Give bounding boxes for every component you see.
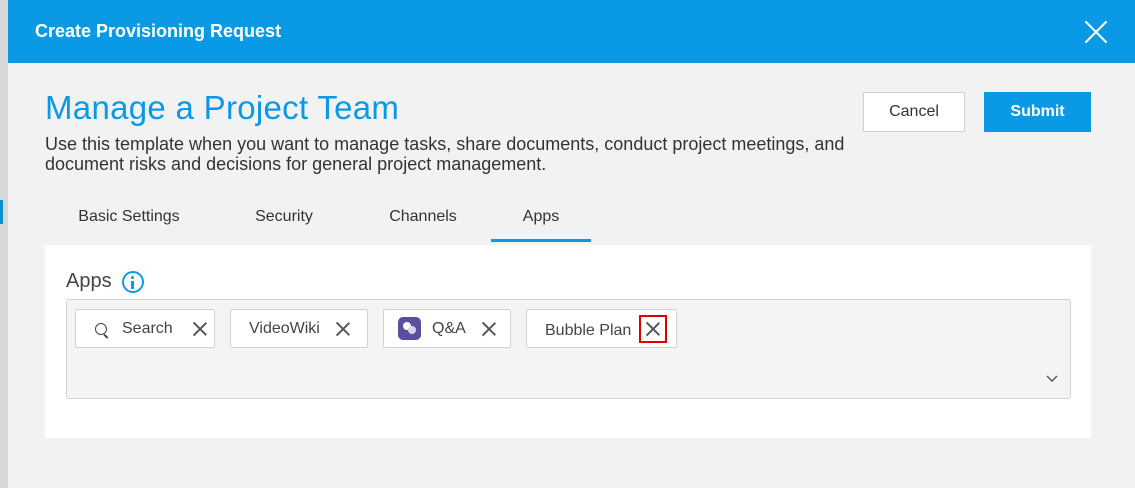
app-chip-bubble-plan: Bubble Plan: [526, 309, 677, 348]
apps-multiselect[interactable]: Search VideoWiki Q&A Bubble Plan: [66, 299, 1071, 399]
remove-qa-icon[interactable]: [482, 322, 496, 336]
submit-button[interactable]: Submit: [984, 92, 1091, 132]
tab-apps[interactable]: Apps: [491, 198, 591, 242]
app-chip-label: Search: [122, 319, 173, 337]
tab-channels[interactable]: Channels: [355, 198, 491, 242]
chevron-down-icon[interactable]: [1046, 373, 1058, 385]
page-description: Use this template when you want to manag…: [45, 134, 845, 174]
tab-security[interactable]: Security: [213, 198, 355, 242]
remove-videowiki-icon[interactable]: [336, 322, 350, 336]
app-chip-label: VideoWiki: [249, 319, 320, 337]
remove-bubble-plan-button[interactable]: [639, 314, 668, 343]
app-chip-qa: Q&A: [383, 309, 511, 348]
remove-search-icon[interactable]: [193, 322, 207, 336]
remove-bubble-plan-icon: [646, 322, 660, 336]
cancel-button[interactable]: Cancel: [863, 92, 965, 132]
page-title: Manage a Project Team: [45, 89, 400, 126]
tab-bar: Basic Settings Security Channels Apps: [45, 198, 591, 242]
apps-label: Apps: [66, 270, 112, 292]
app-chip-videowiki: VideoWiki: [230, 309, 368, 348]
apps-label-row: Apps: [66, 270, 144, 293]
info-icon[interactable]: [121, 270, 144, 293]
provisioning-modal: Create Provisioning Request Manage a Pro…: [8, 0, 1135, 488]
app-chip-label: Q&A: [432, 319, 466, 337]
modal-title: Create Provisioning Request: [35, 21, 282, 41]
app-chip-search: Search: [75, 309, 215, 348]
app-chip-label: Bubble Plan: [545, 321, 632, 339]
background-page: [0, 0, 8, 488]
tab-basic-settings[interactable]: Basic Settings: [45, 198, 213, 242]
qa-app-icon: [398, 317, 421, 340]
search-icon: [95, 322, 107, 335]
modal-header: Create Provisioning Request: [8, 0, 1135, 63]
background-accent: [0, 200, 3, 224]
apps-panel: Apps Search VideoWiki Q&A Bubble Plan: [45, 245, 1091, 438]
close-icon[interactable]: [1083, 19, 1109, 45]
